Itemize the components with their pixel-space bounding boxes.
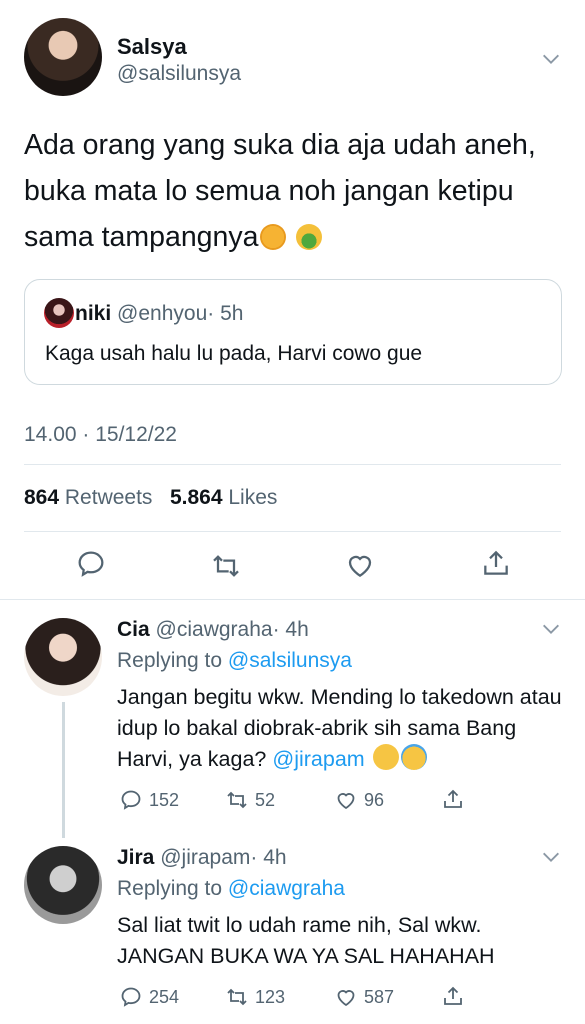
replying-to: Replying to @salsilunsya [117, 649, 352, 673]
retweet-icon [225, 985, 249, 1009]
like-icon [334, 985, 358, 1009]
chevron-down-icon[interactable] [540, 618, 562, 640]
replying-to-link[interactable]: @salsilunsya [228, 649, 352, 672]
quoted-tweet[interactable]: niki @enhyou· 5h Kaga usah halu lu pada,… [24, 279, 562, 385]
like-count: 587 [364, 986, 395, 1007]
replying-to-label: Replying to [117, 877, 223, 900]
reply-text: Sal liat twit lo udah rame nih, Sal wkw.… [117, 913, 495, 968]
vomiting-face-icon [296, 224, 323, 250]
share-action[interactable] [441, 984, 471, 1008]
quote-header: niki @enhyou· 5h [75, 302, 243, 326]
like-count: 96 [364, 789, 385, 810]
author-avatar[interactable] [24, 18, 102, 96]
reply-count: 152 [149, 789, 180, 810]
retweet-icon [225, 788, 249, 812]
share-icon [441, 984, 465, 1008]
share-action[interactable] [441, 787, 471, 811]
tweet-text: Ada orang yang suka dia aja udah aneh, b… [24, 122, 569, 260]
chevron-down-icon[interactable] [540, 48, 562, 70]
reply-avatar[interactable] [24, 846, 102, 924]
thread-connector [62, 702, 65, 838]
tweet-timestamp[interactable]: 14.00 · 15/12/22 [24, 423, 177, 447]
quote-author-avatar [44, 298, 74, 328]
mention-link[interactable]: @jirapam [272, 747, 364, 771]
rofl-face-icon [372, 744, 399, 770]
quote-text: Kaga usah halu lu pada, Harvi cowo gue [45, 342, 423, 365]
reply-icon [119, 985, 143, 1009]
share-icon [441, 787, 465, 811]
reply-author-name[interactable]: Cia [117, 618, 150, 641]
reply-author-handle[interactable]: @jirapam [160, 846, 250, 869]
reply-avatar[interactable] [24, 618, 102, 696]
author-name[interactable]: Salsya [117, 34, 187, 60]
retweet-count: 52 [255, 789, 276, 810]
face-with-steam-icon [260, 224, 287, 250]
reply-author-name[interactable]: Jira [117, 846, 154, 869]
share-icon[interactable] [480, 547, 512, 579]
quote-time: · 5h [207, 302, 244, 325]
like-icon [334, 788, 358, 812]
reply-header: Jira @jirapam· 4h [117, 846, 287, 870]
retweet-icon[interactable] [210, 550, 242, 582]
likes-label[interactable]: Likes [228, 486, 277, 509]
like-action[interactable]: 587 [334, 985, 394, 1009]
chevron-down-icon[interactable] [540, 846, 562, 868]
reply-action[interactable]: 254 [119, 985, 179, 1009]
replying-to: Replying to @ciawgraha [117, 877, 345, 901]
replying-to-link[interactable]: @ciawgraha [228, 877, 345, 900]
quote-author-handle: @enhyou [117, 302, 208, 325]
reply-icon[interactable] [75, 548, 107, 580]
author-handle[interactable]: @salsilunsya [117, 62, 241, 86]
reply-count: 254 [149, 986, 180, 1007]
divider [24, 464, 561, 465]
reply-header: Cia @ciawgraha· 4h [117, 618, 309, 642]
retweets-count[interactable]: 864 [24, 486, 59, 509]
retweet-count: 123 [255, 986, 286, 1007]
like-icon[interactable] [344, 549, 376, 581]
like-action[interactable]: 96 [334, 788, 384, 812]
reply-time: · 4h [250, 846, 287, 869]
retweet-action[interactable]: 52 [225, 788, 275, 812]
crying-face-icon [400, 744, 427, 770]
likes-count[interactable]: 5.864 [170, 486, 223, 509]
retweets-label[interactable]: Retweets [65, 486, 153, 509]
reply-time: · 4h [272, 618, 309, 641]
retweet-action[interactable]: 123 [225, 985, 285, 1009]
reply-text: Jangan begitu wkw. Mending lo takedown a… [117, 682, 572, 775]
reply-icon [119, 788, 143, 812]
quote-author-name: niki [75, 302, 112, 325]
reply-author-handle[interactable]: @ciawgraha [156, 618, 273, 641]
divider [24, 531, 561, 532]
divider [0, 599, 585, 600]
reply-action[interactable]: 152 [119, 788, 179, 812]
replying-to-label: Replying to [117, 649, 223, 672]
tweet-stats: 864 Retweets 5.864 Likes [24, 486, 277, 510]
